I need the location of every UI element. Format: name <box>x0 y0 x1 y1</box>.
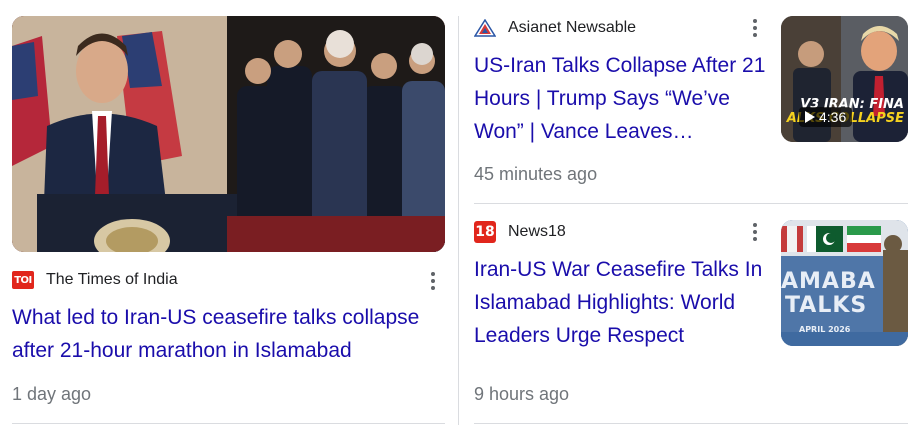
article-2-bottom-divider <box>474 203 908 204</box>
article-3-headline[interactable]: Iran-US War Ceasefire Talks In Islamabad… <box>474 253 770 352</box>
column-separator <box>458 16 459 425</box>
times-of-india-favicon-icon: TOI <box>12 271 34 289</box>
video-duration-badge: 4:36 <box>799 107 853 127</box>
article-1-timestamp: 1 day ago <box>12 384 92 404</box>
article-2-source[interactable]: Asianet Newsable <box>474 16 744 40</box>
article-3-more-icon[interactable] <box>743 220 767 244</box>
news18-favicon-icon: 18 <box>474 221 496 243</box>
article-3-source[interactable]: 18 News18 <box>474 220 744 244</box>
article-3-timestamp: 9 hours ago <box>474 384 570 404</box>
thumbnail-text-line-3: APRIL 2026 <box>799 325 851 334</box>
asianet-logo-icon <box>474 19 496 37</box>
article-3-thumbnail-text: AMABA TALKS APRIL 2026 <box>781 270 908 336</box>
article-2-source-name: Asianet Newsable <box>508 19 637 36</box>
article-2-timestamp: 45 minutes ago <box>474 164 598 184</box>
article-2-more-icon[interactable] <box>743 16 767 40</box>
article-1-headline[interactable]: What led to Iran-US ceasefire talks coll… <box>12 301 447 367</box>
play-icon <box>805 111 815 123</box>
article-1-photo <box>12 16 445 252</box>
article-1-more-icon[interactable] <box>421 269 445 293</box>
thumbnail-text-line-2: TALKS <box>785 293 868 318</box>
article-3-bottom-divider <box>474 423 908 424</box>
article-2-headline[interactable]: US-Iran Talks Collapse After 21 Hours | … <box>474 49 770 148</box>
article-3-source-name: News18 <box>508 223 566 240</box>
article-2-video-thumbnail[interactable]: V3 IRAN: FINA ALKS COLLAPSE 4:36 <box>781 16 908 142</box>
article-1-image[interactable] <box>12 16 445 252</box>
article-1-bottom-divider <box>12 423 445 424</box>
article-1-source-name: The Times of India <box>46 271 178 288</box>
article-3-thumbnail[interactable]: AMABA TALKS APRIL 2026 <box>781 220 908 346</box>
article-1-source[interactable]: TOI The Times of India <box>12 268 412 292</box>
thumbnail-text-line-1: AMABA <box>781 269 876 294</box>
video-duration: 4:36 <box>819 109 847 125</box>
